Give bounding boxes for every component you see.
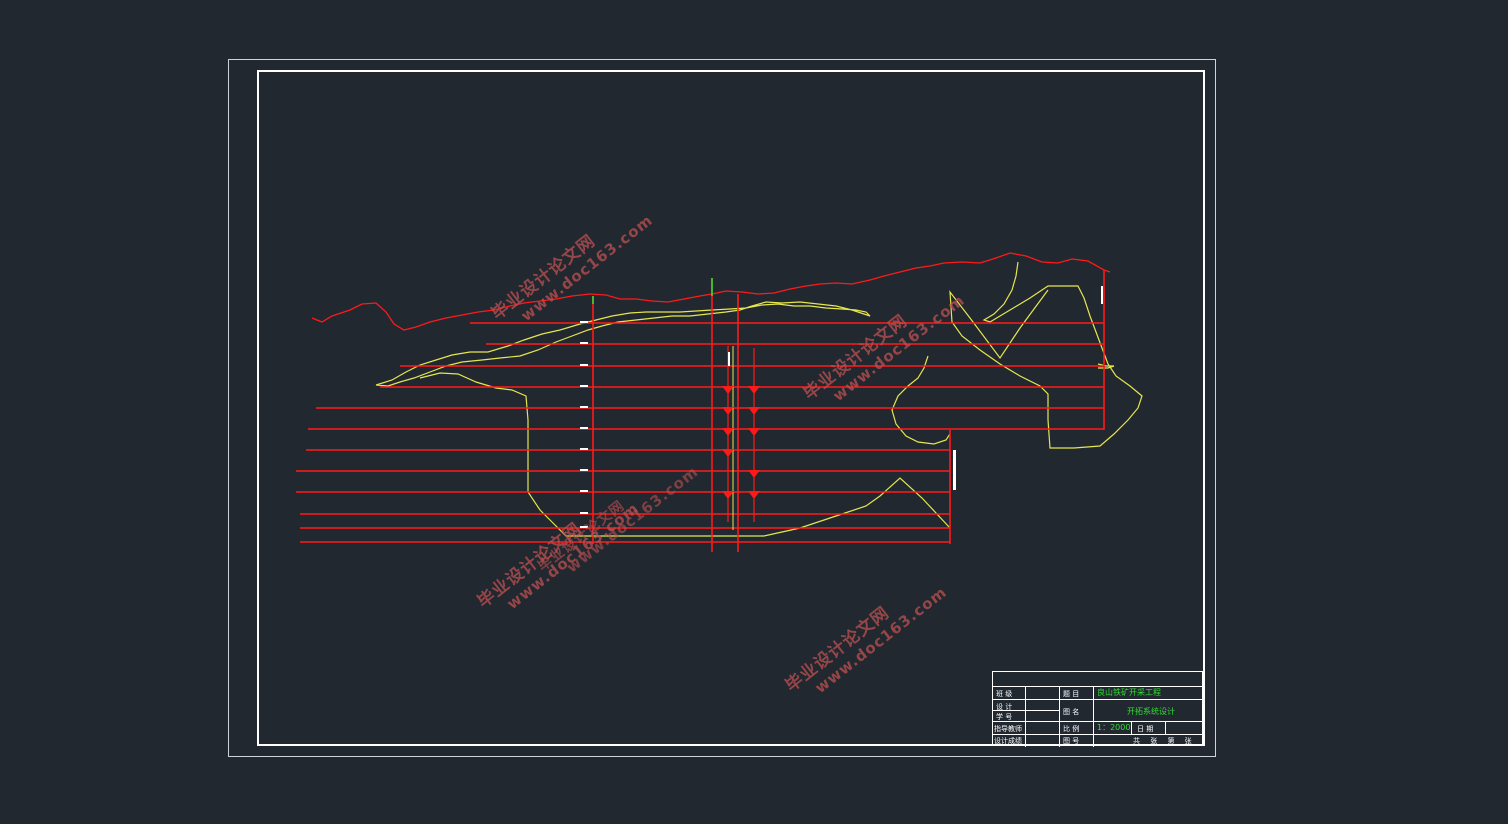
chute-mark xyxy=(748,386,760,394)
chute-mark xyxy=(748,470,760,478)
chute-mark xyxy=(722,386,734,394)
chute-mark xyxy=(722,491,734,499)
elevation-tick xyxy=(580,385,588,387)
chute-mark xyxy=(722,449,734,457)
elevation-tick xyxy=(580,364,588,366)
elevation-tick xyxy=(580,321,588,323)
chute-mark xyxy=(748,407,760,415)
elevation-tick xyxy=(580,427,588,429)
chute-mark xyxy=(748,491,760,499)
elevation-tick xyxy=(580,469,588,471)
drawing-name-value: 开拓系统设计 xyxy=(1127,707,1175,716)
terrain-surface-line xyxy=(311,252,1111,331)
chute-mark xyxy=(722,428,734,436)
elevation-tick xyxy=(580,342,588,344)
scale-label: 比 例 xyxy=(1063,725,1080,733)
class-label: 班 级 xyxy=(996,690,1013,698)
designer-label: 设 计 xyxy=(996,703,1013,711)
topic-value: 良山铁矿开采工程 xyxy=(1097,688,1161,697)
grade-label: 设计成绩 xyxy=(994,737,1022,745)
chute-mark xyxy=(748,428,760,436)
sheet-count: 共 张 第 张 xyxy=(1133,737,1192,745)
elevation-tick xyxy=(580,448,588,450)
mining-section-drawing xyxy=(296,252,1143,552)
elevation-tick xyxy=(580,406,588,408)
drawing-name-label: 图 名 xyxy=(1063,708,1080,716)
shaft-annotation xyxy=(953,450,956,490)
chute-mark xyxy=(722,407,734,415)
title-block: 班 级 设 计 学 号 指导教师 设计成绩 题 目 良山铁矿开采工程 图 名 开… xyxy=(992,671,1204,747)
advisor-label: 指导教师 xyxy=(994,725,1022,733)
elevation-tick xyxy=(580,490,588,492)
student-id-label: 学 号 xyxy=(996,713,1013,721)
topic-label: 题 目 xyxy=(1063,690,1080,698)
orebody-outline-mid xyxy=(891,355,951,445)
scale-value: 1：2000 xyxy=(1097,723,1131,732)
drawing-number-label: 图 号 xyxy=(1063,737,1080,745)
level-lines xyxy=(296,322,1104,543)
orebody-outline-east xyxy=(949,261,1143,449)
shaft-annotation xyxy=(728,352,730,366)
date-label: 日 期 xyxy=(1137,725,1154,733)
shaft-annotation xyxy=(1101,286,1103,304)
